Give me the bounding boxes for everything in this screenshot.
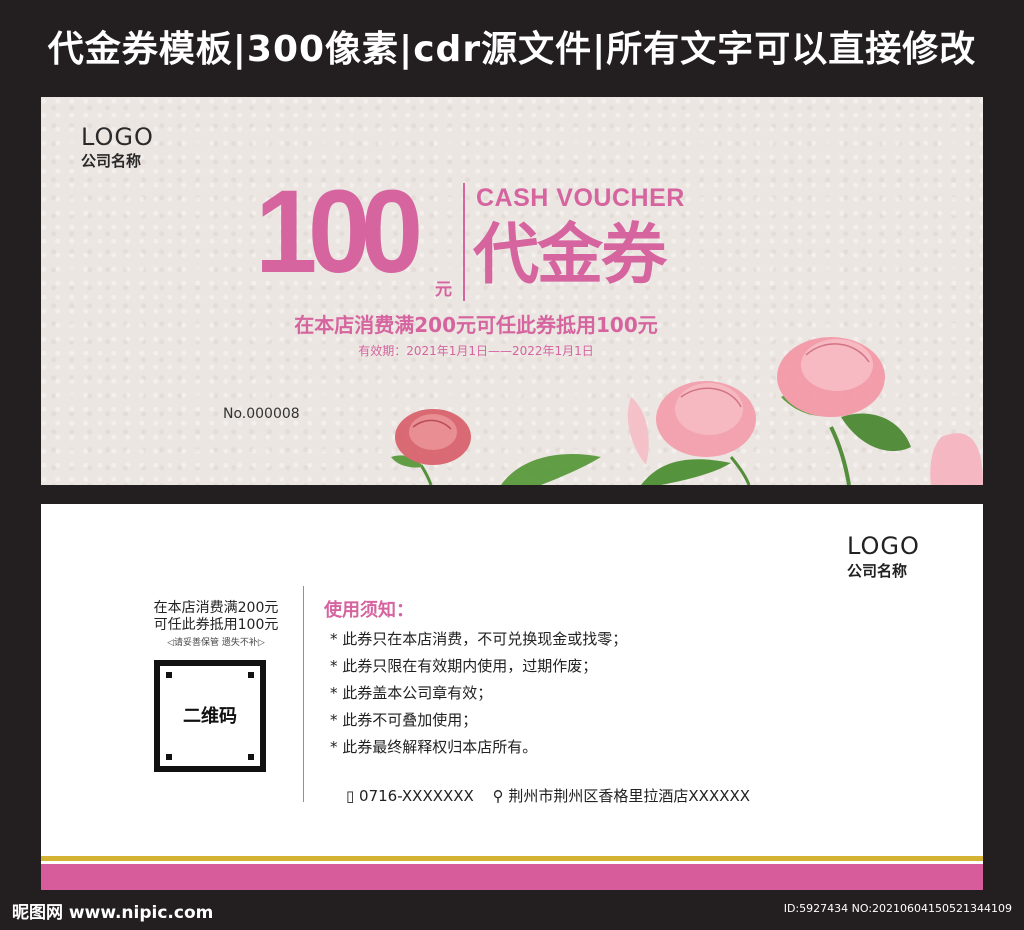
phone-number: 0716-XXXXXXX bbox=[359, 787, 474, 805]
currency-unit: 元 bbox=[435, 280, 452, 300]
serial-number: No.000008 bbox=[223, 406, 300, 422]
company-name: 公司名称 bbox=[81, 152, 142, 170]
contact-info: ▯ 0716-XXXXXXX ⚲ 荆州市荆州区香格里拉酒店XXXXXX bbox=[346, 785, 750, 806]
logo-text: LOGO bbox=[847, 532, 920, 560]
qr-code-placeholder: 二维码 bbox=[154, 660, 266, 772]
qr-caption-line-2: 可任此券抵用100元 bbox=[153, 617, 279, 633]
location-pin-icon: ⚲ bbox=[492, 787, 504, 805]
watermark-site: 昵图网 www.nipic.com bbox=[12, 903, 214, 923]
logo-text: LOGO bbox=[81, 123, 154, 151]
gold-stripe bbox=[41, 856, 983, 861]
pink-stripe bbox=[41, 864, 983, 890]
rule-item: * 此券不可叠加使用； bbox=[330, 711, 478, 729]
rules-title: 使用须知： bbox=[324, 600, 414, 621]
voucher-description: 在本店消费满200元可任此券抵用100元 bbox=[294, 313, 658, 337]
section-divider bbox=[303, 586, 304, 802]
rule-item: * 此券最终解释权归本店所有。 bbox=[330, 738, 538, 756]
address: 荆州市荆州区香格里拉酒店XXXXXX bbox=[508, 787, 751, 805]
phone-icon: ▯ bbox=[346, 787, 355, 805]
voucher-front: LOGO 公司名称 100 元 CASH VOUCHER 代金券 在本店消费满2… bbox=[41, 97, 983, 485]
template-banner: 代金券模板|300像素|cdr源文件|所有文字可以直接修改 bbox=[47, 29, 977, 70]
qr-label: 二维码 bbox=[183, 706, 237, 727]
rule-item: * 此券盖本公司章有效； bbox=[330, 684, 493, 702]
company-name: 公司名称 bbox=[847, 562, 908, 580]
qr-keep-note: ◁请妥善保管 遗失不补▷ bbox=[167, 638, 265, 648]
voucher-title: 代金券 bbox=[473, 216, 667, 293]
watermark-id: ID:5927434 NO:20210604150521344109 bbox=[783, 902, 1012, 915]
rule-item: * 此券只限在有效期内使用，过期作废； bbox=[330, 657, 598, 675]
front-logo: LOGO 公司名称 bbox=[81, 123, 154, 171]
voucher-back: LOGO 公司名称 在本店消费满200元 可任此券抵用100元 ◁请妥善保管 遗… bbox=[41, 504, 983, 890]
cash-voucher-label: CASH VOUCHER bbox=[476, 184, 685, 212]
rule-item: * 此券只在本店消费，不可兑换现金或找零； bbox=[330, 630, 628, 648]
voucher-amount: 100 bbox=[255, 166, 423, 298]
title-divider bbox=[463, 183, 465, 301]
validity-period: 有效期：2021年1月1日——2022年1月1日 bbox=[358, 344, 594, 358]
back-logo: LOGO 公司名称 bbox=[847, 532, 920, 582]
